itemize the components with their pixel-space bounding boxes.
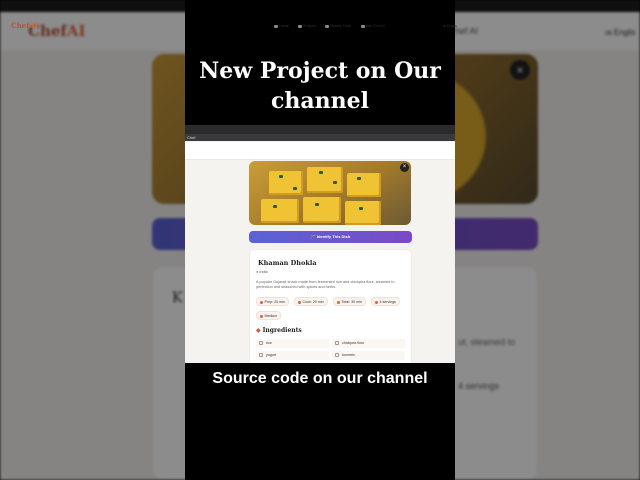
- nav-ask-label: Ask Chef AI: [366, 24, 385, 28]
- nav-recipes-label: Recipes: [303, 24, 316, 28]
- checkbox[interactable]: [335, 353, 339, 358]
- language-selector[interactable]: ıa Englis: [443, 24, 457, 28]
- background-nav-partial: hef AI: [455, 26, 479, 36]
- checkbox[interactable]: [259, 353, 263, 358]
- nav-home-label: Home: [279, 24, 289, 28]
- chip-servings-label: 4 servings: [379, 300, 396, 304]
- dish-description: A popular Gujarati snack made from ferme…: [256, 280, 395, 289]
- ingredient-item[interactable]: rice: [256, 339, 329, 348]
- chip-cook: Cook: 20 min: [294, 297, 328, 306]
- nav-home[interactable]: Home: [274, 24, 289, 28]
- location-pin-icon: ●: [256, 270, 259, 274]
- chat-icon: [361, 24, 365, 28]
- ingredient-label: turmeric: [342, 353, 355, 357]
- ingredient-item[interactable]: yogurt: [256, 351, 329, 360]
- browser-tabbar: [185, 134, 455, 141]
- carrot-icon: ◆: [256, 327, 261, 334]
- headline-caption: New Project on Our channel: [199, 58, 441, 114]
- book-icon: [298, 24, 302, 28]
- browser-titlebar: [185, 125, 455, 134]
- nav-identify-label: Identify Food: [330, 24, 351, 28]
- dish-origin: ● India: [256, 270, 268, 274]
- app-header: [185, 142, 455, 160]
- chip-difficulty-label: Medium: [264, 314, 278, 318]
- chart-icon: [260, 314, 263, 318]
- ingredient-label: chickpea flour: [342, 341, 365, 345]
- clock-icon: [260, 300, 263, 304]
- dish-title: Khaman Dhokla: [258, 259, 317, 267]
- chip-prep: Prep: 20 min: [256, 297, 289, 306]
- chip-prep-label: Prep: 20 min: [264, 300, 285, 304]
- logo-ai: AI: [29, 21, 38, 30]
- timer-icon: [337, 300, 340, 304]
- video-frame: ChefAI hef AI ıa Englis × K ut, steamed …: [0, 0, 640, 480]
- nav-recipes[interactable]: Recipes: [298, 24, 316, 28]
- background-logo-ai: AI: [66, 22, 86, 40]
- background-desc-partial: ut, steamed to: [458, 337, 516, 347]
- nav-identify-food[interactable]: Identify Food: [325, 24, 351, 28]
- fire-icon: [298, 300, 301, 304]
- ingredient-label: rice: [266, 341, 272, 345]
- close-icon[interactable]: ×: [400, 163, 409, 172]
- logo-chef: Chef: [11, 21, 30, 30]
- subline-caption: Source code on our channel: [212, 370, 428, 387]
- background-close-icon: ×: [510, 60, 530, 80]
- chip-total: Total: 30 min: [333, 297, 366, 306]
- ingredients-heading: ◆ Ingredients: [256, 327, 302, 334]
- ingredient-label: yogurt: [266, 353, 276, 357]
- ingredients-heading-label: Ingredients: [262, 327, 302, 334]
- app-logo[interactable]: ChefAI: [11, 21, 38, 30]
- dish-origin-label: India: [259, 270, 268, 274]
- background-heading-partial: K: [172, 290, 183, 306]
- ingredient-item[interactable]: chickpea flour: [332, 339, 405, 348]
- chip-difficulty: Medium: [256, 311, 282, 320]
- identify-dish-button[interactable]: 🪄 Identify This Dish: [249, 231, 412, 243]
- background-servings: 4 servings: [458, 381, 500, 391]
- chip-total-label: Total: 30 min: [341, 300, 362, 304]
- nav-ask-chef-ai[interactable]: Ask Chef AI: [361, 24, 385, 28]
- ingredient-item[interactable]: turmeric: [332, 351, 405, 360]
- checkbox[interactable]: [335, 341, 339, 346]
- dish-photo: [249, 161, 411, 225]
- chip-cook-label: Cook: 20 min: [302, 300, 324, 304]
- chip-servings: 4 servings: [371, 297, 400, 306]
- camera-icon: [325, 24, 329, 28]
- browser-tab[interactable]: Chef: [187, 135, 195, 140]
- background-lang: ıa Englis: [605, 28, 636, 37]
- people-icon: [375, 300, 378, 304]
- checkbox[interactable]: [259, 341, 263, 346]
- home-icon: [274, 24, 278, 28]
